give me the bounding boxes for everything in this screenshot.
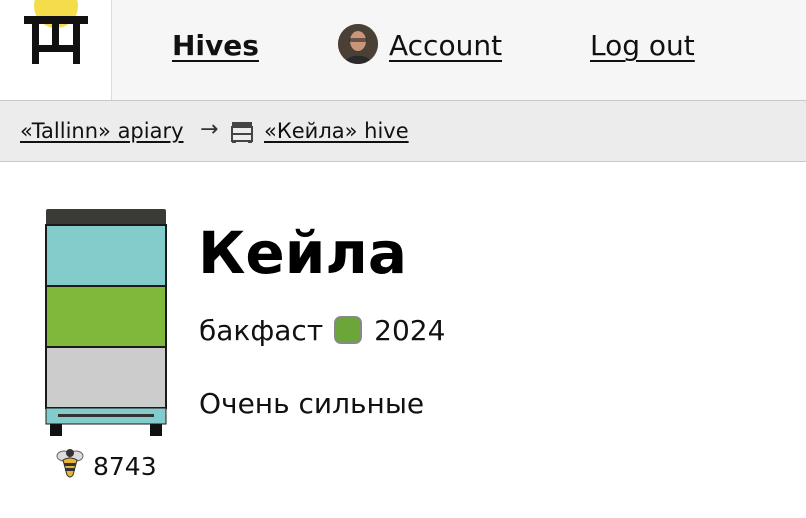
hive-illustration[interactable] <box>44 208 168 438</box>
hive-breed-row: бакфаст 2024 <box>199 312 445 348</box>
breadcrumb-separator-arrow: → <box>200 117 219 142</box>
bee-count: 8743 <box>93 452 157 481</box>
logo-link[interactable] <box>0 0 112 100</box>
nav-account-link[interactable]: Account <box>389 29 502 63</box>
hive-notes: Очень сильные <box>199 387 425 420</box>
queen-color-indicator <box>334 316 363 344</box>
hive-section-bottom <box>45 346 167 409</box>
hive-breed: бакфаст <box>199 313 324 347</box>
breadcrumb-hive-link[interactable]: «Кейла» hive <box>264 118 409 144</box>
nav-hives-link[interactable]: Hives <box>172 29 259 63</box>
top-navigation-bar: Hives Account Log out <box>0 0 806 100</box>
hive-icon <box>231 122 253 143</box>
bee-icon <box>56 449 84 478</box>
beehive-logo-icon <box>24 0 88 64</box>
queen-year: 2024 <box>374 313 446 347</box>
breadcrumb-apiary-link[interactable]: «Tallinn» apiary <box>20 118 184 144</box>
hive-section-top <box>45 224 167 287</box>
breadcrumb: «Tallinn» apiary → «Кейла» hive <box>0 100 806 162</box>
nav-logout-link[interactable]: Log out <box>590 29 695 63</box>
hive-title: Кейла <box>198 219 408 287</box>
user-avatar[interactable] <box>338 24 378 64</box>
hive-section-middle <box>45 285 167 348</box>
